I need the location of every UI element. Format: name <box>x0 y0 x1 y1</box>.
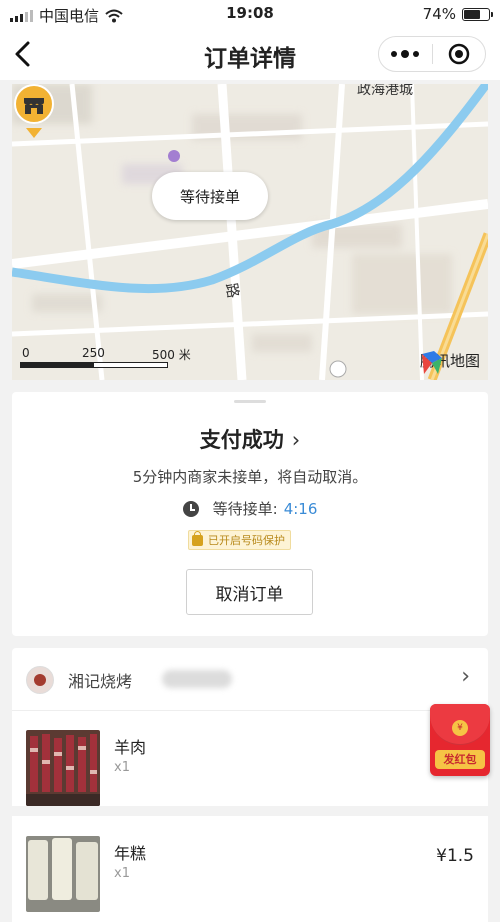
map-background: 政海港城 路 <box>12 84 488 380</box>
map-road-label: 路 <box>222 282 242 300</box>
battery-icon <box>462 7 493 21</box>
order-item: 羊肉 x1 <box>12 720 488 816</box>
scale-label-0: 0 <box>22 346 30 360</box>
item-divider <box>12 806 488 816</box>
item-thumbnail-rice-cake <box>26 836 100 912</box>
chevron-right-icon: › <box>291 428 301 452</box>
shop-header[interactable]: 湘记烧烤 › <box>12 648 488 711</box>
map-top-label: 政海港城 <box>357 84 413 98</box>
status-bubble: 等待接单 <box>152 172 268 220</box>
chevron-right-icon: › <box>461 664 470 689</box>
cancel-order-button[interactable]: 取消订单 <box>186 569 313 615</box>
map-provider-logo: 腾讯地图 <box>420 350 480 374</box>
nav-bar: 订单详情 <box>0 28 500 80</box>
more-dots-icon[interactable] <box>379 37 432 71</box>
battery-fill <box>464 9 481 19</box>
payment-status-link[interactable]: 支付成功 › <box>12 424 488 454</box>
item-thumbnail-mutton <box>26 730 100 806</box>
mini-program-capsule <box>378 36 486 72</box>
shop-avatar <box>26 666 54 694</box>
order-status-card: 支付成功 › 5分钟内商家未接单，将自动取消。 等待接单: 4:16 已开启号码保… <box>12 392 488 636</box>
shop-name: 湘记烧烤 <box>68 672 133 691</box>
scale-bar <box>20 362 168 368</box>
target-circle-icon[interactable] <box>433 37 486 71</box>
red-packet-label: 发红包 <box>435 750 485 769</box>
battery-percent: 74% <box>422 5 456 23</box>
order-item: 年糕 x1 ¥1.5 <box>12 826 488 922</box>
payment-status-title: 支付成功 <box>199 428 284 452</box>
send-red-packet-button[interactable]: ¥ 发红包 <box>430 704 490 776</box>
status-right: 74% <box>422 5 493 23</box>
item-name: 羊肉 <box>114 738 147 757</box>
scale-label-500: 500 米 <box>152 348 191 362</box>
privacy-badge-label: 已开启号码保护 <box>208 534 285 547</box>
scale-label-250: 250 <box>82 346 105 360</box>
map-view[interactable]: 政海港城 路 等待接单 0 250 500 米 腾讯地图 <box>12 84 488 380</box>
tencent-map-icon <box>421 351 442 374</box>
drag-handle[interactable] <box>234 400 266 403</box>
item-price: ¥1.5 <box>436 846 474 866</box>
shop-branch-blurred <box>162 670 232 688</box>
status-bar: 中国电信 19:08 74% <box>0 0 500 28</box>
waiting-countdown: 4:16 <box>283 499 318 518</box>
item-name: 年糕 <box>114 844 147 863</box>
map-scale: 0 250 500 米 <box>20 346 230 368</box>
lock-icon <box>192 530 203 546</box>
waiting-row: 等待接单: 4:16 <box>12 498 488 519</box>
order-items-card: 湘记烧烤 › 羊肉 x1 年糕 x1 ¥1.5 <box>12 648 488 922</box>
waiting-label: 等待接单: <box>212 500 278 518</box>
item-quantity: x1 <box>114 760 130 775</box>
shop-marker-icon <box>14 84 54 138</box>
clock-icon <box>182 500 199 517</box>
auto-cancel-notice: 5分钟内商家未接单，将自动取消。 <box>132 468 368 486</box>
privacy-badge: 已开启号码保护 <box>188 530 291 550</box>
coin-icon: ¥ <box>452 720 468 736</box>
